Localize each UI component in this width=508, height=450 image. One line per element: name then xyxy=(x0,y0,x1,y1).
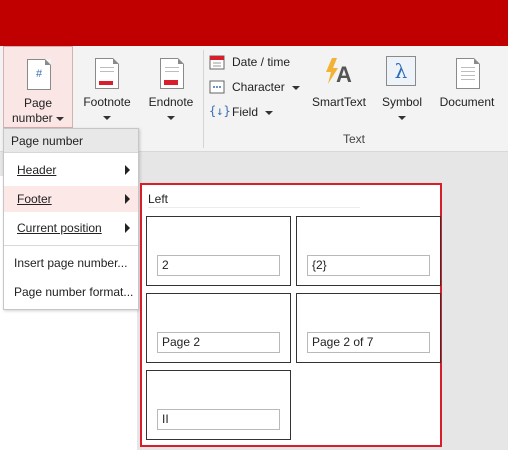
title-bar xyxy=(0,0,508,46)
page-number-label-line2: number xyxy=(4,111,72,126)
menu-item-page-number-format[interactable]: Page number format... xyxy=(4,279,138,305)
menu-item-header[interactable]: Header xyxy=(4,157,138,183)
menu-item-label: Header xyxy=(17,163,57,177)
menu-item-label: Page number format... xyxy=(14,285,134,299)
chevron-right-icon xyxy=(125,194,130,204)
option-preview: Page 2 xyxy=(157,332,280,353)
field-button[interactable]: {↓} Field xyxy=(209,102,284,122)
gallery-option[interactable]: {2} xyxy=(296,216,441,286)
gallery-option[interactable]: 2 xyxy=(146,216,291,286)
chevron-down-icon xyxy=(398,116,406,120)
character-button[interactable]: Character xyxy=(209,77,304,97)
document-label: Document xyxy=(439,95,495,109)
character-label-text: Character xyxy=(232,80,285,94)
field-label-text: Field xyxy=(232,105,259,119)
menu-item-label: Footer xyxy=(17,192,52,206)
option-preview: 2 xyxy=(157,255,280,276)
menu-separator xyxy=(4,245,138,246)
footnote-label: Footnote xyxy=(83,95,131,109)
endnote-button[interactable]: Endnote xyxy=(142,46,200,128)
date-time-label: Date / time xyxy=(232,55,291,69)
menu-item-footer[interactable]: Footer xyxy=(4,186,138,212)
document-icon xyxy=(456,58,480,89)
page-number-icon: # xyxy=(27,59,51,90)
page-number-label-line1: Page xyxy=(23,96,53,110)
option-preview: {2} xyxy=(307,255,430,276)
chevron-down-icon xyxy=(265,110,274,115)
gallery-heading-underline xyxy=(148,207,360,208)
page-number-menu: Page number Header Footer Current positi… xyxy=(3,128,139,310)
menu-item-label: Current position xyxy=(17,221,102,235)
group-separator xyxy=(203,50,204,148)
date-time-button[interactable]: Date / time xyxy=(209,52,309,72)
smarttext-button[interactable]: A SmartText xyxy=(308,46,370,128)
gallery-option[interactable]: II xyxy=(146,370,291,440)
chevron-right-icon xyxy=(125,165,130,175)
page-number-label-text: number xyxy=(11,111,53,125)
chevron-right-icon xyxy=(125,223,130,233)
chevron-down-icon xyxy=(167,116,175,120)
footnote-icon xyxy=(95,58,119,89)
smarttext-label: SmartText xyxy=(311,95,366,109)
chevron-down-icon xyxy=(292,85,301,90)
character-label: Character xyxy=(232,77,301,97)
endnote-label: Endnote xyxy=(148,95,194,109)
field-icon: {↓} xyxy=(209,104,231,118)
symbol-button[interactable]: λ Symbol xyxy=(374,46,430,128)
gallery-option[interactable]: Page 2 of 7 xyxy=(296,293,441,363)
document-button[interactable]: Document xyxy=(436,46,498,128)
smarttext-icon: A xyxy=(322,56,356,88)
chevron-down-icon xyxy=(56,116,65,121)
text-group-label: Text xyxy=(343,132,366,146)
option-preview: II xyxy=(157,409,280,430)
footnote-button[interactable]: Footnote xyxy=(78,46,136,128)
calendar-icon xyxy=(209,54,225,70)
svg-text:A: A xyxy=(336,62,352,87)
menu-item-label: Insert page number... xyxy=(14,256,128,270)
menu-item-insert-page-number[interactable]: Insert page number... xyxy=(4,250,138,276)
page-number-button[interactable]: # Page number xyxy=(3,46,73,128)
symbol-label: Symbol xyxy=(381,95,422,109)
lambda-icon: λ xyxy=(386,56,416,86)
footer-format-gallery: Left 2 {2} Page 2 Page 2 of 7 II xyxy=(140,183,442,447)
endnote-icon xyxy=(160,58,184,89)
chevron-down-icon xyxy=(103,116,111,120)
menu-title: Page number xyxy=(4,129,138,153)
field-label: Field xyxy=(232,102,274,122)
gallery-heading: Left xyxy=(148,192,169,206)
menu-item-current-position[interactable]: Current position xyxy=(4,215,138,241)
gallery-option[interactable]: Page 2 xyxy=(146,293,291,363)
character-icon xyxy=(209,79,225,95)
option-preview: Page 2 of 7 xyxy=(307,332,430,353)
